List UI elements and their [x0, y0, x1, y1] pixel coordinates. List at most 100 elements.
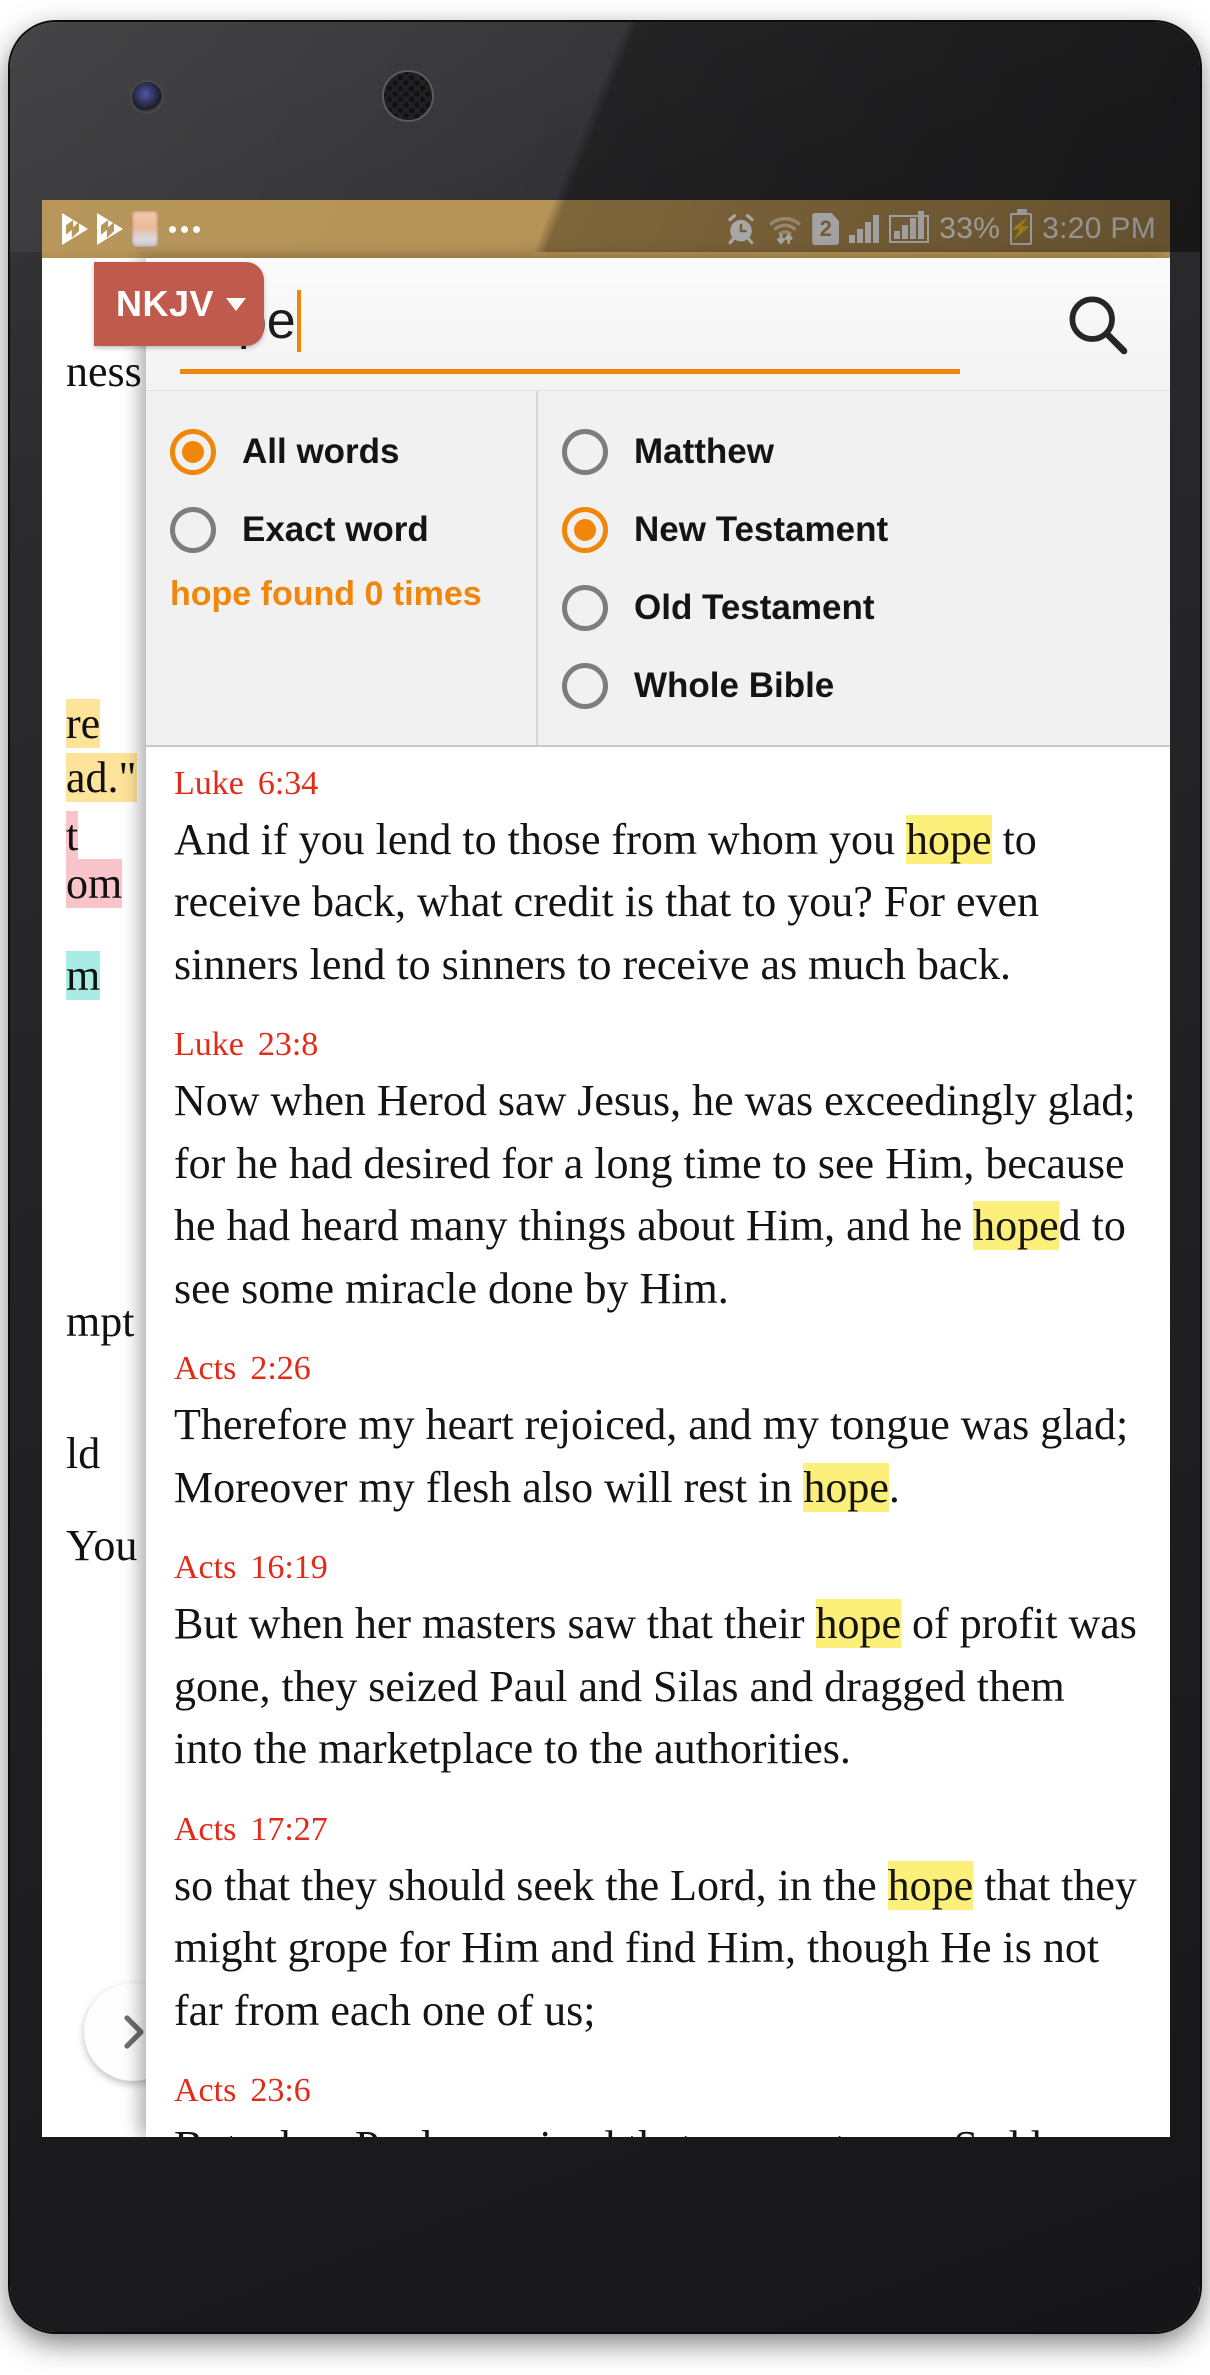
radio-all-words[interactable]: All words	[170, 413, 536, 491]
radio-whole-bible[interactable]: Whole Bible	[562, 647, 1170, 725]
device-chin	[10, 2137, 1200, 2332]
search-input[interactable]: hope	[180, 290, 1042, 374]
verse-text: And if you lend to those from whom you h…	[174, 809, 1144, 996]
verse-number: 16:19	[250, 1549, 328, 1587]
search-result-item[interactable]: Acts 23:6 But when Paul perceived that one…	[174, 2072, 1144, 2137]
radio-indicator	[562, 429, 608, 475]
radio-new-testament[interactable]: New Testament	[562, 491, 1170, 569]
radio-label: Whole Bible	[634, 666, 835, 705]
status-bar-system: 2 33% ⚡ 3:20 PM	[724, 209, 1156, 246]
sim-slot-badge: 2	[812, 213, 840, 245]
radio-label: Old Testament	[634, 588, 875, 627]
verse-book: Acts	[174, 1350, 237, 1388]
search-term-highlight: hope	[815, 1599, 902, 1649]
front-camera-icon	[132, 82, 162, 112]
bible-text-span: ld	[66, 1429, 101, 1478]
bible-text-fragment: mpt	[66, 1296, 134, 1347]
search-result-item[interactable]: Luke 6:34 And if you lend to those from wh…	[174, 765, 1144, 996]
bible-text-fragment: t	[66, 810, 79, 861]
bible-text-span: ad."	[66, 753, 137, 802]
verse-text: But when her masters saw that their hope…	[174, 1593, 1144, 1780]
search-term-highlight: hope	[973, 1201, 1059, 1251]
search-results-list[interactable]: Luke 6:34 And if you lend to those from wh…	[146, 747, 1170, 2137]
verse-text: But when Paul perceived that one part we…	[174, 2116, 1144, 2137]
verse-number: 6:34	[257, 765, 319, 802]
verse-text-span: .	[888, 1462, 900, 1512]
verse-number: 17:27	[250, 1810, 328, 1848]
search-options: All words Exact word hope found 0 times …	[146, 390, 1170, 747]
light-sensor-icon	[686, 96, 697, 107]
phone-screen: 2 33% ⚡ 3:20 PM ness re ad." t om m mpt ld You N…	[42, 200, 1170, 2137]
radio-indicator	[562, 663, 608, 709]
radio-indicator	[562, 585, 608, 631]
verse-book: Acts	[174, 1810, 237, 1848]
verse-book: Luke	[174, 765, 244, 802]
verse-reference: Luke 23:8	[174, 1026, 1144, 1064]
verse-text-span: But when her masters saw that their	[174, 1599, 816, 1649]
bible-text-span: mpt	[66, 1297, 135, 1346]
verse-number: 2:26	[250, 1350, 311, 1388]
search-bar: hope	[146, 258, 1170, 390]
wifi-transfer-icon	[768, 212, 802, 246]
search-submit-button[interactable]	[1042, 288, 1152, 360]
bible-version-selector[interactable]: NKJV	[94, 262, 265, 346]
play-arrow-icon	[62, 213, 88, 245]
search-icon	[1069, 296, 1128, 355]
search-result-item[interactable]: Acts 2:26 Therefore my heart rejoiced, and…	[174, 1350, 1144, 1519]
bible-text-fragment: You	[66, 1520, 137, 1571]
verse-number: 23:6	[250, 2072, 311, 2110]
verse-number: 23:8	[257, 1026, 319, 1064]
search-term-highlight: hope	[803, 1462, 889, 1512]
earpiece-speaker-icon	[382, 70, 434, 122]
verse-text-span: And if you lend to those from whom you	[174, 815, 907, 864]
radio-label: Exact word	[242, 510, 429, 549]
bible-text-span: m	[66, 951, 101, 1000]
radio-exact-word[interactable]: Exact word	[170, 491, 536, 569]
radio-label: All words	[242, 432, 400, 471]
search-term-highlight: hope	[887, 1860, 974, 1910]
alarm-clock-icon	[724, 212, 758, 246]
radio-matthew[interactable]: Matthew	[562, 413, 1170, 491]
signal-bars-boxed-icon	[889, 211, 930, 243]
text-cursor	[296, 290, 301, 352]
radio-indicator	[170, 429, 216, 475]
bible-text-fragment: ad."	[66, 752, 137, 803]
chevron-down-icon	[226, 297, 247, 311]
verse-book: Acts	[174, 1549, 237, 1587]
status-bar: 2 33% ⚡ 3:20 PM	[42, 200, 1170, 258]
bible-text-span: om	[66, 859, 123, 908]
search-result-item[interactable]: Luke 23:8 Now when Herod saw Jesus, he was…	[174, 1026, 1144, 1320]
verse-text: so that they should seek the Lord, in th…	[174, 1855, 1144, 2042]
play-arrow-icon	[97, 213, 123, 245]
verse-text: Now when Herod saw Jesus, he was exceedi…	[174, 1070, 1144, 1320]
radio-label: New Testament	[634, 510, 889, 549]
status-bar-notifications	[62, 211, 724, 247]
search-scope-group: Matthew New Testament Old Testament Whol…	[538, 391, 1170, 745]
proximity-sensor-icon	[655, 96, 666, 107]
search-result-item[interactable]: Acts 17:27 so that they should seek the Lo…	[174, 1811, 1144, 2042]
body-photo-icon	[132, 211, 158, 247]
clock-label: 3:20 PM	[1042, 212, 1156, 245]
verse-text: Therefore my heart rejoiced, and my tong…	[174, 1394, 1144, 1519]
verse-book: Acts	[174, 2072, 237, 2110]
radio-indicator	[170, 507, 216, 553]
bible-text-span: t	[66, 811, 79, 860]
search-input-underline	[180, 369, 960, 374]
search-result-item[interactable]: Acts 16:19 But when her masters saw that t…	[174, 1549, 1144, 1780]
verse-reference: Acts 17:27	[174, 1811, 1144, 1849]
verse-text-span: Therefore my heart rejoiced, and my tong…	[174, 1400, 1129, 1512]
search-term-highlight: hope	[906, 815, 992, 864]
bible-text-fragment: m	[66, 950, 101, 1001]
bible-text-span: ness	[66, 347, 142, 396]
verse-reference: Acts 2:26	[174, 1350, 1144, 1388]
bible-text-span: re	[66, 699, 101, 748]
bible-text-fragment: ld	[66, 1428, 100, 1479]
bible-text-fragment: re	[66, 698, 101, 749]
verse-reference: Luke 6:34	[174, 765, 1144, 803]
search-overlay-panel: hope All words	[146, 258, 1170, 2137]
verse-text-span: so that they should seek the Lord, in th…	[174, 1860, 888, 1910]
bible-text-span: You	[66, 1521, 138, 1570]
radio-old-testament[interactable]: Old Testament	[562, 569, 1170, 647]
verse-reference: Acts 23:6	[174, 2072, 1144, 2110]
bible-text-fragment: ness	[66, 346, 142, 397]
